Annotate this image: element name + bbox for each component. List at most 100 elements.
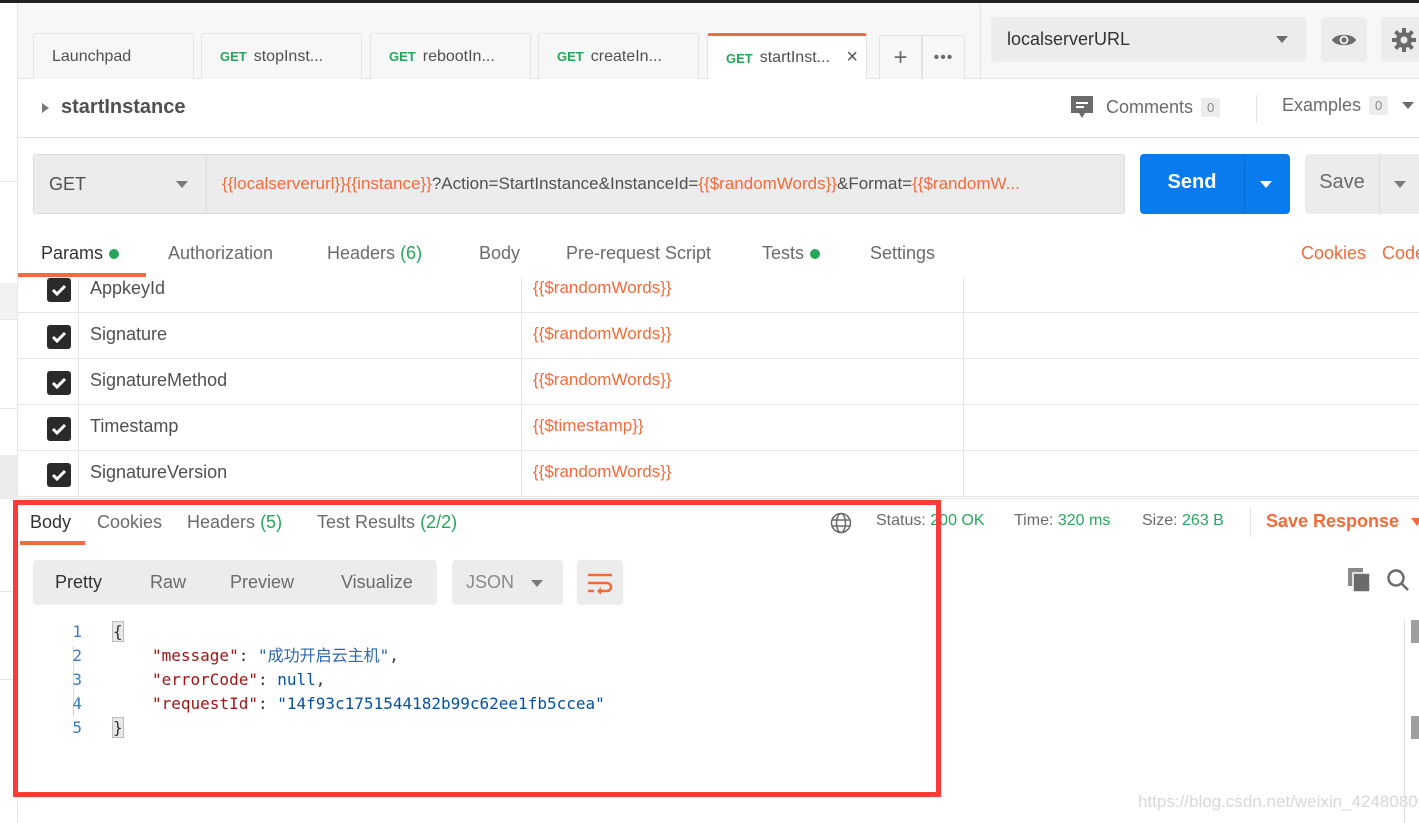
response-tab-headers[interactable]: Headers (5) [187, 512, 282, 533]
close-icon[interactable]: × [846, 46, 858, 69]
status-dot [810, 249, 821, 260]
checkbox-checked[interactable] [47, 325, 71, 349]
view-tab-visualize[interactable]: Visualize [341, 572, 413, 593]
param-value[interactable]: {{$randomWords}} [533, 462, 672, 482]
response-tab-body[interactable]: Body [30, 512, 71, 533]
url-variable: {{$randomW... [912, 174, 1020, 193]
tab-tests[interactable]: Tests [762, 243, 821, 264]
time-value: 320 ms [1057, 512, 1111, 529]
comments-count: 0 [1201, 97, 1221, 117]
checkbox-checked[interactable] [47, 417, 71, 441]
param-value[interactable]: {{$timestamp}} [533, 416, 644, 436]
sidebar-divider [0, 591, 17, 592]
new-tab-button[interactable]: + [879, 35, 922, 79]
tab-headers[interactable]: Headers (6) [327, 243, 422, 264]
tab-label: Headers [327, 243, 396, 263]
json-null-value: null [277, 670, 316, 689]
settings-button[interactable] [1381, 17, 1419, 62]
sidebar-divider [0, 679, 17, 680]
tab-params[interactable]: Params [41, 243, 120, 264]
code-link[interactable]: Code [1382, 243, 1419, 264]
format-select[interactable]: JSON [452, 560, 563, 605]
sidebar [0, 3, 18, 823]
url-variable: {{instance}} [345, 174, 432, 193]
request-title[interactable]: startInstance [61, 96, 186, 119]
divider [1250, 507, 1251, 537]
tab-start-instance[interactable]: GET startInst... × [707, 33, 867, 80]
view-tab-raw[interactable]: Raw [150, 572, 186, 593]
tab-label: stopInst... [253, 47, 324, 65]
response-tab-test-results[interactable]: Test Results (2/2) [317, 512, 457, 533]
view-tab-pretty[interactable]: Pretty [55, 572, 102, 593]
expand-triangle-icon[interactable] [42, 103, 49, 113]
param-key[interactable]: SignatureMethod [90, 370, 227, 391]
param-key[interactable]: SignatureVersion [90, 462, 227, 483]
eye-icon [1332, 34, 1356, 45]
checkbox-cell [18, 278, 79, 313]
checkbox-checked[interactable] [47, 278, 71, 302]
json-string-value: "14f93c1751544182b99c62ee1fb5ccea" [277, 694, 605, 713]
response-tab-cookies[interactable]: Cookies [97, 512, 162, 533]
tab-stop-instance[interactable]: GET stopInst... [201, 33, 362, 79]
environment-select[interactable]: localserverURL [991, 17, 1306, 62]
save-response-label: Save Response [1266, 511, 1400, 531]
globe-icon[interactable] [830, 512, 852, 534]
wrap-lines-button[interactable] [577, 560, 623, 605]
checkbox-cell [18, 313, 79, 359]
scrollbar-thumb[interactable] [1411, 620, 1419, 643]
more-icon: ••• [933, 48, 954, 66]
param-value[interactable]: {{$randomWords}} [533, 370, 672, 390]
send-button[interactable]: Send [1140, 154, 1290, 214]
checkbox-cell [18, 405, 79, 451]
json-string-value: "成功开启云主机" [257, 646, 390, 665]
tab-reboot-instance[interactable]: GET rebootIn... [370, 33, 531, 79]
param-key[interactable]: Signature [90, 324, 167, 345]
line-number: 3 [72, 670, 82, 689]
value-cell: {{$randomWords}} [521, 451, 964, 497]
send-options-chevron-icon[interactable] [1260, 181, 1272, 188]
sidebar-item[interactable] [0, 283, 17, 319]
search-icon[interactable] [1386, 568, 1410, 592]
tab-authorization[interactable]: Authorization [168, 243, 273, 264]
tab-prerequest-script[interactable]: Pre-request Script [566, 243, 711, 264]
tab-create-instance[interactable]: GET createIn... [538, 33, 699, 79]
sidebar-divider [0, 181, 17, 182]
divider [1244, 154, 1245, 214]
method-value: GET [49, 173, 87, 194]
check-icon [51, 284, 67, 297]
table-row: Timestamp {{$timestamp}} [18, 405, 1419, 451]
view-tab-preview[interactable]: Preview [230, 572, 294, 593]
comments-label: Comments [1106, 96, 1194, 117]
tab-body[interactable]: Body [479, 243, 520, 264]
method-select[interactable]: GET [33, 154, 207, 214]
environment-quick-look-button[interactable] [1321, 17, 1367, 62]
line-number: 2 [72, 646, 82, 665]
active-tab-indicator [20, 541, 85, 545]
tab-label: startInst... [759, 49, 830, 66]
save-button[interactable]: Save [1305, 154, 1419, 214]
param-key[interactable]: Timestamp [90, 416, 178, 437]
param-key[interactable]: AppkeyId [90, 278, 165, 299]
tab-more-button[interactable]: ••• [922, 35, 965, 79]
active-tab-indicator [18, 273, 146, 277]
method-badge: GET [220, 49, 247, 64]
url-input[interactable]: {{localserverurl}} {{instance}} ?Action=St… [206, 154, 1125, 214]
save-options-chevron-icon[interactable] [1394, 181, 1406, 188]
sidebar-item-selected[interactable] [0, 455, 17, 499]
checkbox-checked[interactable] [47, 371, 71, 395]
param-value[interactable]: {{$randomWords}} [533, 278, 672, 298]
table-row: Signature {{$randomWords}} [18, 313, 1419, 359]
examples-button[interactable]: Examples 0 [1282, 95, 1415, 116]
scrollbar-marker [1411, 716, 1419, 739]
tab-launchpad[interactable]: Launchpad [33, 33, 194, 79]
param-value[interactable]: {{$randomWords}} [533, 324, 672, 344]
comments-button[interactable]: Comments 0 [1070, 95, 1221, 119]
save-response-button[interactable]: Save Response [1266, 511, 1419, 532]
tab-settings[interactable]: Settings [870, 243, 935, 264]
table-row: SignatureVersion {{$randomWords}} [18, 451, 1419, 497]
copy-icon[interactable] [1348, 568, 1370, 592]
table-row: SignatureMethod {{$randomWords}} [18, 359, 1419, 405]
method-badge: GET [726, 50, 753, 66]
checkbox-checked[interactable] [47, 463, 71, 487]
cookies-link[interactable]: Cookies [1301, 243, 1366, 264]
